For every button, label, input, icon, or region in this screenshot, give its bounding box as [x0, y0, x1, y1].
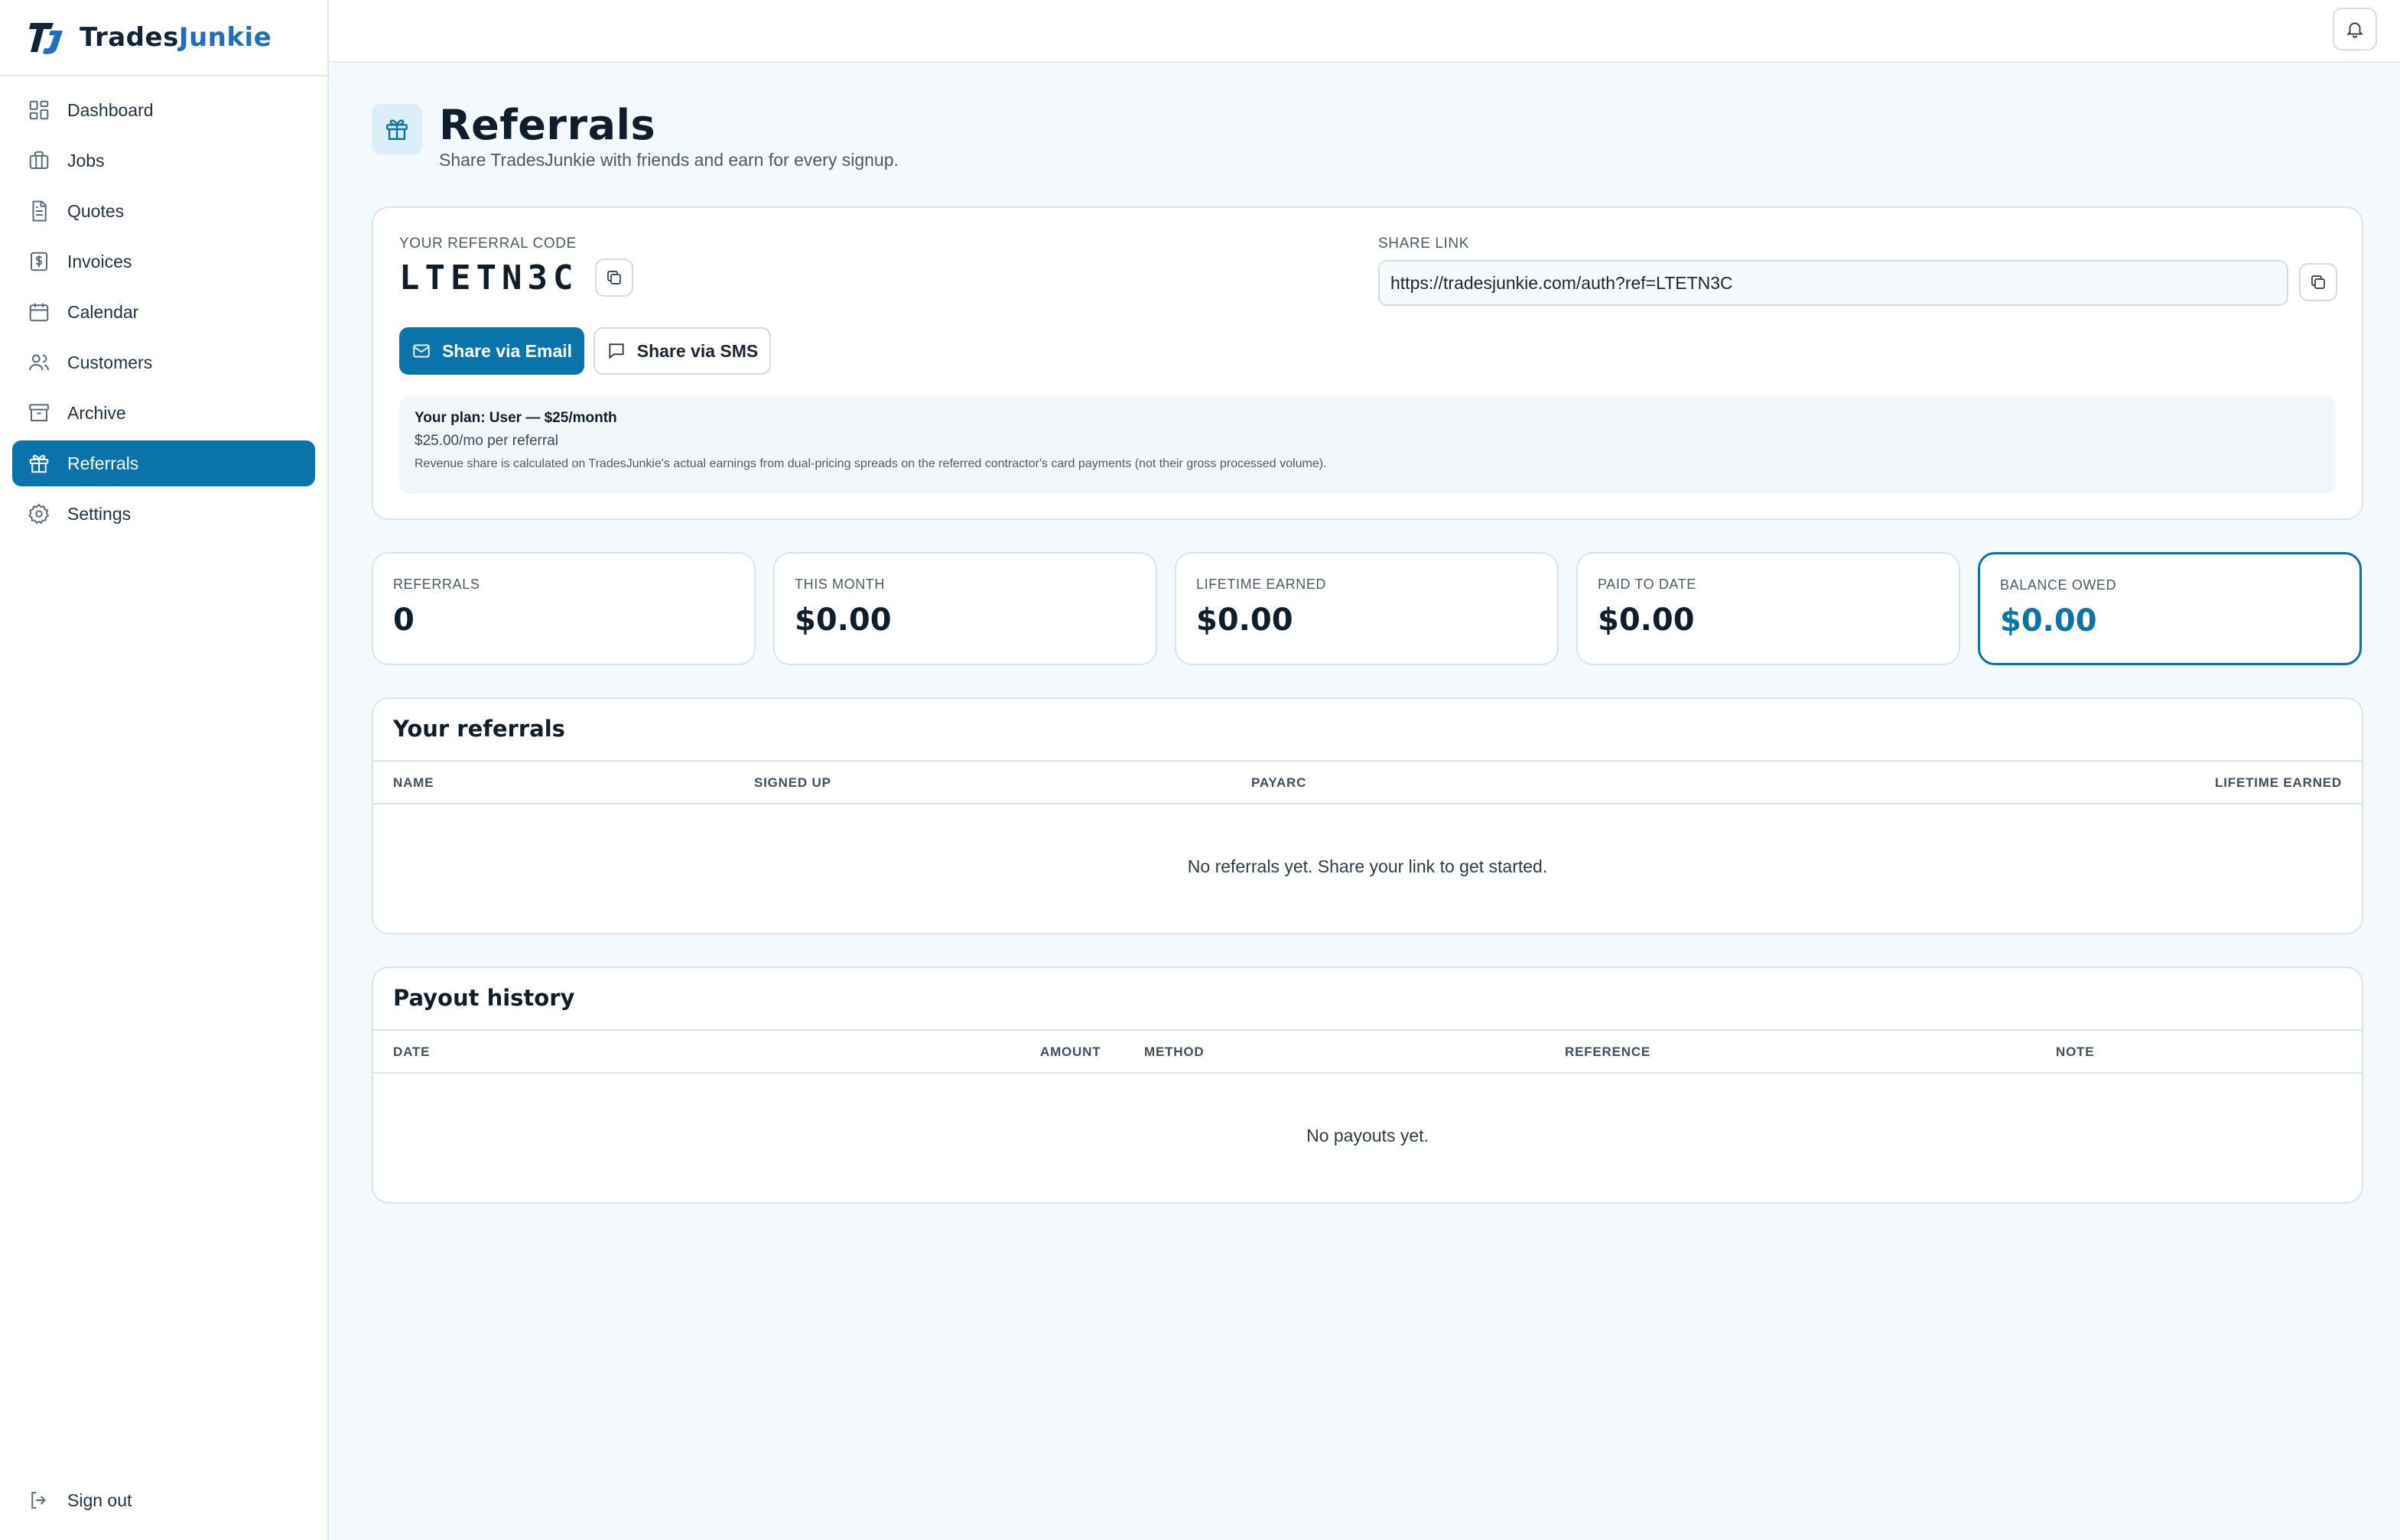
dollar-receipt-icon — [31, 252, 47, 271]
calendar-icon — [29, 303, 49, 322]
referrals-table-card: Your referrals NAME SIGNED UP PAYARC LIF… — [372, 697, 2363, 934]
stat-label: REFERRALS — [393, 577, 480, 592]
grid-icon — [29, 100, 49, 120]
column-header-method: METHOD — [1144, 1045, 1205, 1059]
stat-card-this-month: THIS MONTH $0.00 — [773, 552, 1157, 665]
stat-label: LIFETIME EARNED — [1196, 577, 1327, 592]
plan-info-box: Your plan: User — $25/month $25.00/mo pe… — [399, 396, 2336, 494]
stat-card-paid-to-date: PAID TO DATE $0.00 — [1576, 552, 1960, 665]
share-link-input[interactable]: https://tradesjunkie.com/auth?ref=LTETN3… — [1378, 260, 2288, 306]
share-via-sms-button[interactable]: Share via SMS — [593, 327, 771, 375]
stat-value: 0 — [393, 603, 415, 638]
sidebar-item-settings[interactable]: Settings — [12, 491, 315, 537]
copy-icon — [607, 271, 621, 284]
column-header-reference: REFERENCE — [1565, 1045, 1651, 1059]
sidebar-item-label: Quotes — [67, 200, 125, 221]
gear-icon — [28, 503, 50, 525]
stat-card-lifetime-earned: LIFETIME EARNED $0.00 — [1175, 552, 1559, 665]
mail-icon — [413, 344, 430, 358]
plan-title: Your plan: User — $25/month — [415, 410, 617, 426]
sidebar-item-referrals[interactable]: Referrals — [12, 440, 315, 486]
share-via-sms-label: Share via SMS — [636, 340, 759, 361]
gift-icon — [372, 104, 422, 154]
sidebar-item-label: Customers — [67, 352, 153, 372]
column-header-payarc: PAYARC — [1251, 775, 1307, 790]
sidebar-item-quotes[interactable]: Quotes — [12, 188, 315, 234]
sidebar-item-label: Calendar — [67, 301, 139, 322]
message-icon — [609, 343, 624, 359]
copy-link-button[interactable] — [2299, 263, 2337, 301]
gift-icon — [29, 455, 49, 473]
notifications-button[interactable] — [2333, 8, 2377, 50]
column-header-lifetime-earned: LIFETIME EARNED — [2215, 775, 2342, 790]
column-header-name: NAME — [393, 775, 434, 790]
sign-out-button[interactable]: Sign out — [12, 1477, 317, 1523]
stat-value: $0.00 — [1196, 603, 1293, 638]
sidebar-item-label: Referrals — [67, 453, 139, 473]
sidebar-item-calendar[interactable]: Calendar — [12, 289, 315, 335]
page-subtitle: Share TradesJunkie with friends and earn… — [439, 150, 899, 170]
sidebar-item-label: Invoices — [67, 251, 132, 271]
column-header-signed-up: SIGNED UP — [754, 775, 831, 790]
referral-code: LTETN3C — [399, 258, 579, 297]
stat-value: $0.00 — [1598, 603, 1695, 638]
column-header-amount: AMOUNT — [1040, 1045, 1101, 1059]
sidebar-item-invoices[interactable]: Invoices — [12, 239, 315, 284]
sidebar-item-label: Settings — [67, 503, 132, 524]
sidebar: TradesJunkie Dashboard Jobs Quotes Invoi… — [0, 0, 329, 1540]
stat-value: $0.00 — [2000, 603, 2097, 638]
column-header-note: NOTE — [2056, 1045, 2095, 1059]
copy-icon — [2311, 275, 2325, 289]
payout-history-card: Payout history DATE AMOUNT METHOD REFERE… — [372, 967, 2363, 1204]
sidebar-item-label: Archive — [67, 402, 126, 423]
share-via-email-label: Share via Email — [441, 340, 573, 361]
sidebar-nav: Dashboard Jobs Quotes Invoices Calendar … — [0, 76, 327, 552]
referral-code-card: YOUR REFERRAL CODE LTETN3C SHARE LINK ht… — [372, 206, 2363, 520]
sidebar-item-label: Jobs — [67, 150, 105, 171]
sign-out-label: Sign out — [67, 1490, 132, 1510]
payout-history-title: Payout history — [373, 968, 2362, 1031]
topbar — [329, 0, 2400, 63]
share-link-label: SHARE LINK — [1378, 236, 1469, 252]
stat-card-referrals: REFERRALS 0 — [372, 552, 756, 665]
users-icon — [29, 354, 49, 371]
sign-out-icon — [31, 1492, 46, 1509]
payout-table-header: DATE AMOUNT METHOD REFERENCE NOTE — [373, 1031, 2362, 1074]
sidebar-item-jobs[interactable]: Jobs — [12, 138, 315, 184]
stat-card-balance-owed: BALANCE OWED $0.00 — [1978, 552, 2362, 665]
sidebar-item-archive[interactable]: Archive — [12, 390, 315, 436]
referrals-table-title: Your referrals — [373, 699, 2362, 762]
stat-label: PAID TO DATE — [1598, 577, 1696, 592]
page-title: Referrals — [439, 101, 656, 149]
brand-name: TradesJunkie — [80, 22, 272, 53]
plan-note: Revenue share is calculated on TradesJun… — [415, 457, 1327, 470]
tj-monogram-icon — [28, 18, 66, 57]
referrals-empty-state: No referrals yet. Share your link to get… — [1187, 856, 1548, 876]
brand[interactable]: TradesJunkie — [0, 0, 327, 76]
plan-rate: $25.00/mo per referral — [415, 433, 558, 449]
stat-label: THIS MONTH — [795, 577, 885, 592]
referrals-table-header: NAME SIGNED UP PAYARC LIFETIME EARNED — [373, 762, 2362, 804]
document-icon — [32, 200, 47, 222]
sidebar-item-customers[interactable]: Customers — [12, 340, 315, 385]
column-header-date: DATE — [393, 1045, 431, 1059]
main-content: Referrals Share TradesJunkie with friend… — [372, 63, 2363, 1204]
copy-code-button[interactable] — [595, 258, 633, 297]
stat-label: BALANCE OWED — [2000, 577, 2117, 593]
briefcase-icon — [29, 151, 49, 169]
page-header: Referrals Share TradesJunkie with friend… — [372, 63, 2363, 206]
sidebar-item-dashboard[interactable]: Dashboard — [12, 87, 315, 133]
bell-icon — [2346, 22, 2363, 38]
stat-value: $0.00 — [795, 603, 892, 638]
payouts-empty-state: No payouts yet. — [1306, 1126, 1429, 1145]
referral-code-label: YOUR REFERRAL CODE — [399, 236, 577, 252]
share-via-email-button[interactable]: Share via Email — [399, 327, 584, 375]
archive-icon — [29, 404, 49, 421]
stats-row: REFERRALS 0 THIS MONTH $0.00 LIFETIME EA… — [372, 552, 2363, 665]
sidebar-item-label: Dashboard — [67, 99, 154, 120]
